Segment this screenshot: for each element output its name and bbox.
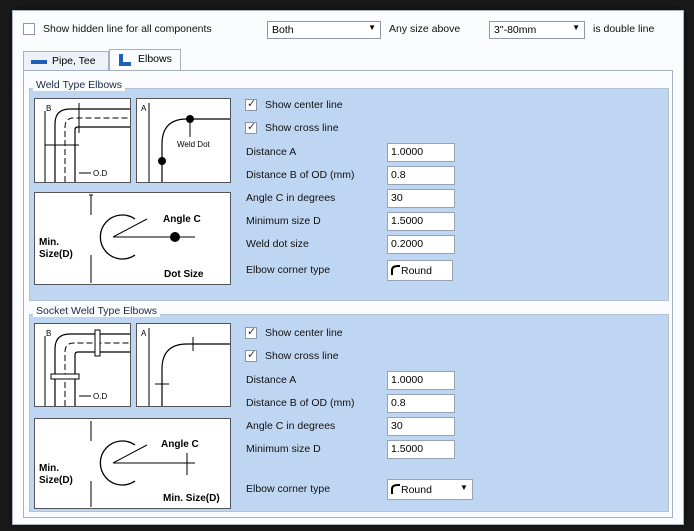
dot-size-label: Dot Size bbox=[164, 269, 204, 280]
tab-elbows[interactable]: Elbows bbox=[109, 49, 181, 71]
weld-angle-c-label: Angle C in degrees bbox=[246, 192, 336, 204]
weld-show-center-line-label: Show center line bbox=[265, 99, 343, 111]
tab-pipe-tee[interactable]: Pipe, Tee bbox=[23, 51, 109, 71]
socket-min-size-d-label: Minimum size D bbox=[246, 443, 321, 455]
od-label: O.D bbox=[93, 169, 107, 178]
weld-diagram-angle: Min. Size(D) Angle C Dot Size bbox=[34, 192, 231, 285]
socket-show-center-line-label: Show center line bbox=[265, 327, 343, 339]
size-d-label: Size(D) bbox=[39, 475, 73, 486]
socket-distance-a-input[interactable]: 1.0000 bbox=[387, 371, 455, 390]
socket-show-cross-line-checkbox[interactable] bbox=[245, 348, 257, 362]
weld-dot-label: Weld Dot bbox=[177, 140, 211, 149]
show-hidden-line-checkbox[interactable] bbox=[23, 23, 35, 35]
weld-distance-b-label: Distance B of OD (mm) bbox=[246, 169, 355, 181]
line-mode-value: Both bbox=[272, 24, 294, 36]
socket-show-center-line-checkbox[interactable] bbox=[245, 325, 257, 339]
weld-show-cross-line-checkbox[interactable] bbox=[245, 120, 257, 134]
socket-diagram-distance-a: A bbox=[136, 323, 231, 407]
round-corner-icon bbox=[391, 265, 400, 275]
tab-label: Pipe, Tee bbox=[52, 55, 96, 67]
line-mode-combo[interactable]: Both ▼ bbox=[267, 21, 381, 39]
socket-group-title: Socket Weld Type Elbows bbox=[33, 305, 161, 317]
min-size-d-label: Min. Size(D) bbox=[163, 493, 220, 504]
chevron-down-icon: ▼ bbox=[460, 483, 468, 492]
any-size-label: Any size above bbox=[389, 23, 461, 35]
weld-distance-b-input[interactable]: 0.8 bbox=[387, 166, 455, 185]
weld-dot-size-label: Weld dot size bbox=[246, 238, 309, 250]
chevron-down-icon: ▼ bbox=[368, 23, 376, 32]
socket-distance-b-input[interactable]: 0.8 bbox=[387, 394, 455, 413]
socket-corner-type-label: Elbow corner type bbox=[246, 483, 331, 495]
weld-diagram-distance-b: B O.D bbox=[34, 98, 131, 183]
socket-min-size-d-input[interactable]: 1.5000 bbox=[387, 440, 455, 459]
size-d-label: Size(D) bbox=[39, 249, 73, 260]
weld-group-title: Weld Type Elbows bbox=[33, 79, 125, 91]
weld-corner-value: Round bbox=[401, 265, 432, 277]
weld-distance-a-label: Distance A bbox=[246, 146, 297, 158]
socket-diagram-angle: Min. Size(D) Angle C Min. Size(D) bbox=[34, 418, 231, 509]
min-size-label: Min. bbox=[39, 237, 59, 248]
socket-corner-type-select[interactable]: Round ▼ bbox=[387, 479, 473, 500]
size-combo[interactable]: 3"-80mm ▼ bbox=[489, 21, 585, 39]
weld-min-size-d-input[interactable]: 1.5000 bbox=[387, 212, 455, 231]
weld-show-center-line-checkbox[interactable] bbox=[245, 97, 257, 111]
socket-distance-b-label: Distance B of OD (mm) bbox=[246, 397, 355, 409]
socket-angle-c-input[interactable]: 30 bbox=[387, 417, 455, 436]
show-hidden-line-label: Show hidden line for all components bbox=[43, 23, 212, 35]
elbow-settings-panel: Show hidden line for all components Both… bbox=[12, 10, 684, 525]
size-value: 3"-80mm bbox=[494, 24, 537, 36]
weld-min-size-d-label: Minimum size D bbox=[246, 215, 321, 227]
socket-diagram-distance-b: B O.D bbox=[34, 323, 131, 407]
round-corner-icon bbox=[391, 484, 400, 494]
socket-distance-a-label: Distance A bbox=[246, 374, 297, 386]
a-label: A bbox=[141, 329, 147, 338]
chevron-down-icon: ▼ bbox=[572, 23, 580, 32]
weld-show-cross-line-label: Show cross line bbox=[265, 122, 339, 134]
weld-angle-c-input[interactable]: 30 bbox=[387, 189, 455, 208]
socket-angle-c-label: Angle C in degrees bbox=[246, 420, 336, 432]
weld-dot-size-input[interactable]: 0.2000 bbox=[387, 235, 455, 254]
weld-corner-type-select[interactable]: Round bbox=[387, 260, 453, 281]
angle-c-label: Angle C bbox=[163, 214, 201, 225]
min-size-label: Min. bbox=[39, 463, 59, 474]
od-label: O.D bbox=[93, 392, 107, 401]
double-line-label: is double line bbox=[593, 23, 655, 35]
socket-corner-value: Round bbox=[401, 484, 432, 496]
a-label: A bbox=[141, 104, 147, 113]
b-label: B bbox=[46, 329, 51, 338]
weld-corner-type-label: Elbow corner type bbox=[246, 264, 331, 276]
pipe-icon bbox=[31, 60, 47, 64]
weld-distance-a-input[interactable]: 1.0000 bbox=[387, 143, 455, 162]
weld-diagram-distance-a: A Weld Dot bbox=[136, 98, 231, 183]
elbow-icon bbox=[119, 54, 131, 66]
b-label: B bbox=[46, 104, 51, 113]
socket-show-cross-line-label: Show cross line bbox=[265, 350, 339, 362]
angle-c-label: Angle C bbox=[161, 439, 199, 450]
tab-label: Elbows bbox=[138, 53, 172, 65]
